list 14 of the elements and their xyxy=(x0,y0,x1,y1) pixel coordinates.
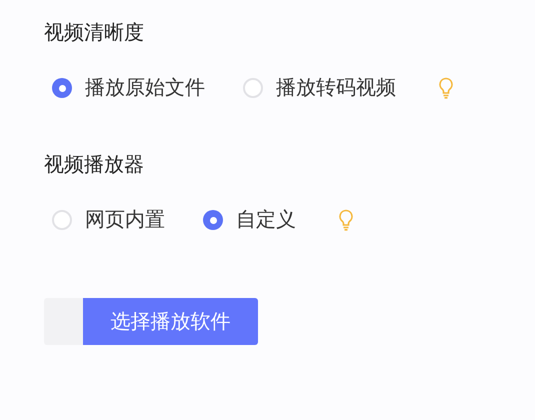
radio-button[interactable] xyxy=(52,210,72,230)
lightbulb-icon[interactable] xyxy=(438,77,454,99)
path-field[interactable] xyxy=(44,298,83,345)
radio-button[interactable] xyxy=(52,78,72,98)
section-title: 视频清晰度 xyxy=(44,21,145,46)
section-title: 视频播放器 xyxy=(44,153,145,178)
radio-button[interactable] xyxy=(203,210,223,230)
lightbulb-icon[interactable] xyxy=(338,209,354,231)
radio-button[interactable] xyxy=(243,78,263,98)
radio-option[interactable]: 自定义 xyxy=(203,205,296,235)
radio-option[interactable]: 播放转码视频 xyxy=(243,73,396,103)
radio-option[interactable]: 网页内置 xyxy=(52,205,165,235)
choose-software-button[interactable]: 选择播放软件 xyxy=(83,298,258,345)
radio-option[interactable]: 播放原始文件 xyxy=(52,73,205,103)
